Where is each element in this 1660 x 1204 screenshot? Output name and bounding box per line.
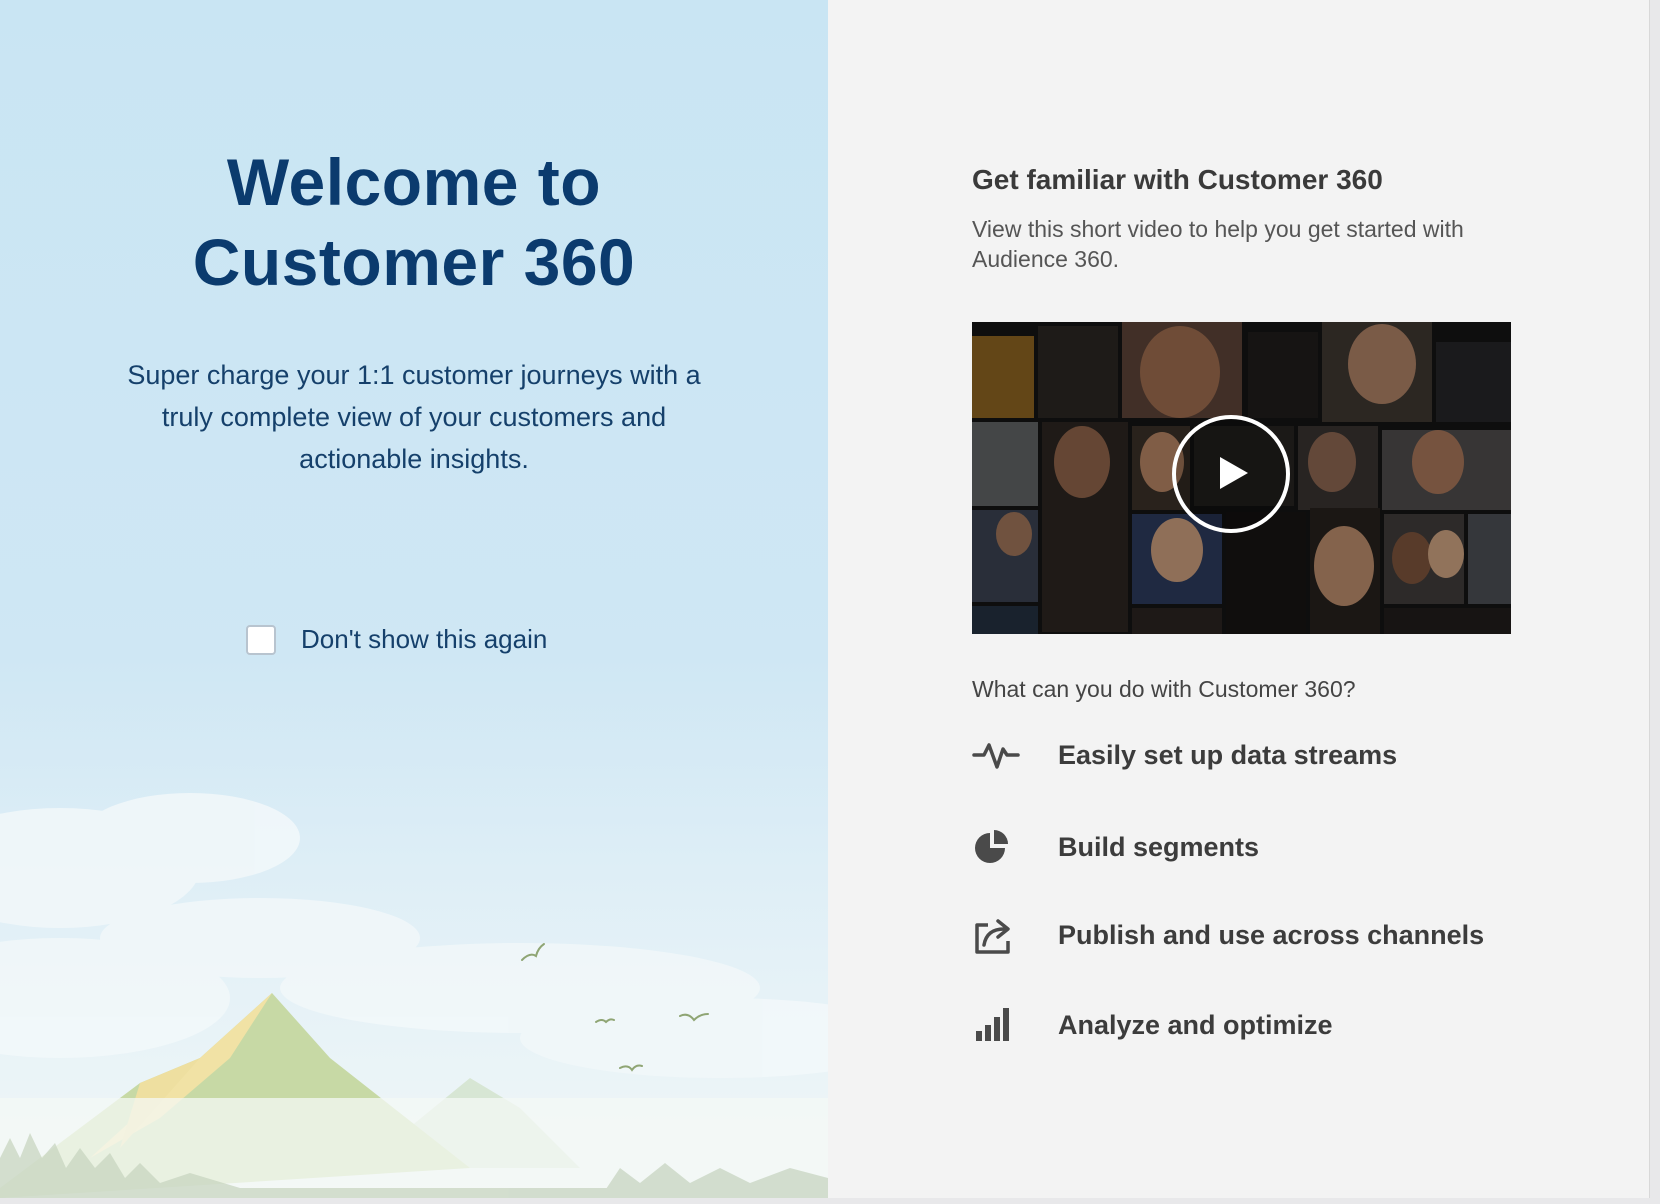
capability-data-streams: Easily set up data streams (972, 730, 1397, 780)
play-icon (1220, 457, 1248, 489)
capability-label: Publish and use across channels (1058, 919, 1485, 950)
capabilities-question: What can you do with Customer 360? (972, 676, 1356, 702)
dont-show-again-label: Don't show this again (301, 624, 548, 654)
intro-video[interactable] (972, 322, 1511, 634)
welcome-modal: Welcome to Customer 360 Super charge you… (0, 0, 1650, 1198)
bar-chart-icon (972, 1000, 1030, 1050)
getting-started-panel: Get familiar with Customer 360 View this… (828, 0, 1650, 1198)
clouds (0, 793, 828, 1078)
capability-label: Build segments (1058, 831, 1260, 862)
dont-show-again-checkbox[interactable] (246, 624, 276, 655)
dont-show-again-option[interactable]: Don't show this again (246, 624, 547, 655)
capability-label: Easily set up data streams (1058, 739, 1398, 770)
share-icon (972, 910, 1030, 960)
mountain-illustration (0, 793, 828, 1198)
capability-publish: Publish and use across channels (972, 910, 1484, 960)
welcome-title-line2: Customer 360 (192, 225, 636, 299)
capability-analyze: Analyze and optimize (972, 1000, 1333, 1050)
pie-chart-icon (972, 822, 1030, 872)
capability-segments: Build segments (972, 822, 1259, 872)
welcome-subtitle: Super charge your 1:1 customer journeys … (127, 360, 701, 474)
capability-label: Analyze and optimize (1058, 1009, 1333, 1040)
intro-description: View this short video to help you get st… (972, 216, 1464, 272)
pulse-icon (972, 730, 1030, 780)
welcome-title-line1: Welcome to (226, 145, 602, 219)
welcome-title: Welcome to Customer 360 (0, 142, 828, 302)
welcome-panel: Welcome to Customer 360 Super charge you… (0, 0, 828, 1198)
play-button[interactable] (1172, 415, 1290, 533)
intro-title: Get familiar with Customer 360 (972, 164, 1383, 195)
